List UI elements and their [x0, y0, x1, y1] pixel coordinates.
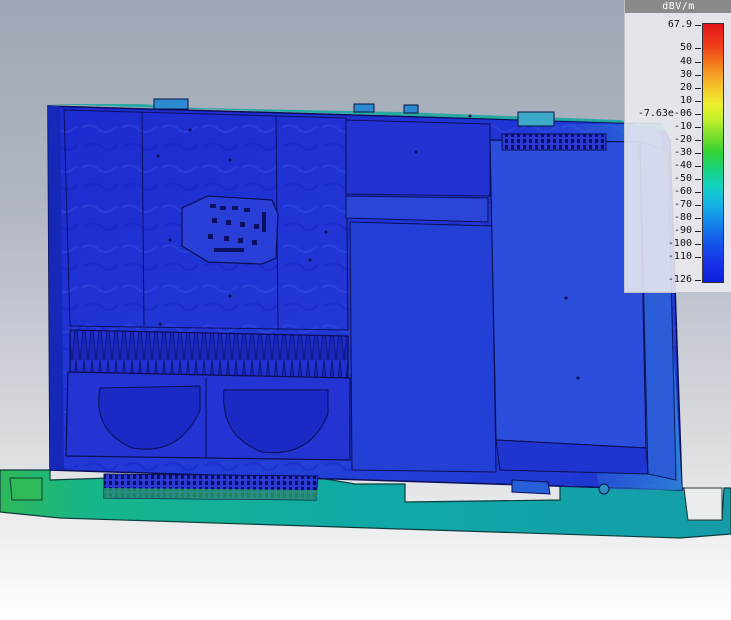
legend-tick-label: -80 [673, 212, 692, 223]
legend-tick-mark [695, 218, 701, 219]
legend-tick-label: 20 [679, 82, 692, 93]
legend-tick-mark [695, 127, 701, 128]
legend-tick-label: -70 [673, 199, 692, 210]
color-legend: dBV/m 67.9 50 40 30 20 10 -7.63e-06 -10 -20 -30 -4… [624, 0, 731, 293]
legend-tick-label: -100 [667, 238, 692, 249]
center-module [345, 119, 497, 473]
legend-tick-label: -20 [673, 134, 692, 145]
legend-tick-mark [695, 140, 701, 141]
heatsink [69, 329, 349, 379]
cpu-module [181, 195, 279, 265]
legend-tick-mark [695, 114, 701, 115]
legend-tick-mark [695, 62, 701, 63]
legend-tick-label: 30 [679, 69, 692, 80]
legend-tick-mark [695, 166, 701, 167]
legend-tick-label: -40 [673, 160, 692, 171]
legend-tick-mark [695, 192, 701, 193]
legend-tick-mark [695, 88, 701, 89]
legend-tick-label: 67.9 [667, 19, 692, 30]
legend-tick-mark [695, 179, 701, 180]
legend-unit-label: dBV/m [625, 0, 731, 13]
legend-tick-label: -30 [673, 147, 692, 158]
legend-tick-label: 50 [679, 42, 692, 53]
legend-tick-label: -126 [667, 274, 692, 285]
legend-tick-mark [695, 48, 701, 49]
legend-tick-mark [695, 257, 701, 258]
legend-tick-label: -7.63e-06 [637, 108, 692, 119]
legend-tick-label: 40 [679, 56, 692, 67]
legend-tick-label: -50 [673, 173, 692, 184]
legend-tick-mark [695, 205, 701, 206]
legend-tick-mark [695, 101, 701, 102]
front-grill [103, 473, 319, 501]
legend-tick-label: 10 [679, 95, 692, 106]
legend-tick-label: -90 [673, 225, 692, 236]
simulation-viewport[interactable] [0, 0, 731, 620]
legend-tick-mark [695, 244, 701, 245]
fan-housing [65, 371, 351, 461]
legend-tick-label: -110 [667, 251, 692, 262]
legend-tick-mark [695, 153, 701, 154]
legend-tick-mark [695, 75, 701, 76]
legend-tick-label: -10 [673, 121, 692, 132]
legend-tick-mark [695, 280, 701, 281]
legend-tick-label: -60 [673, 186, 692, 197]
legend-color-bar [702, 23, 724, 283]
legend-tick-mark [695, 25, 701, 26]
legend-tick-mark [695, 231, 701, 232]
